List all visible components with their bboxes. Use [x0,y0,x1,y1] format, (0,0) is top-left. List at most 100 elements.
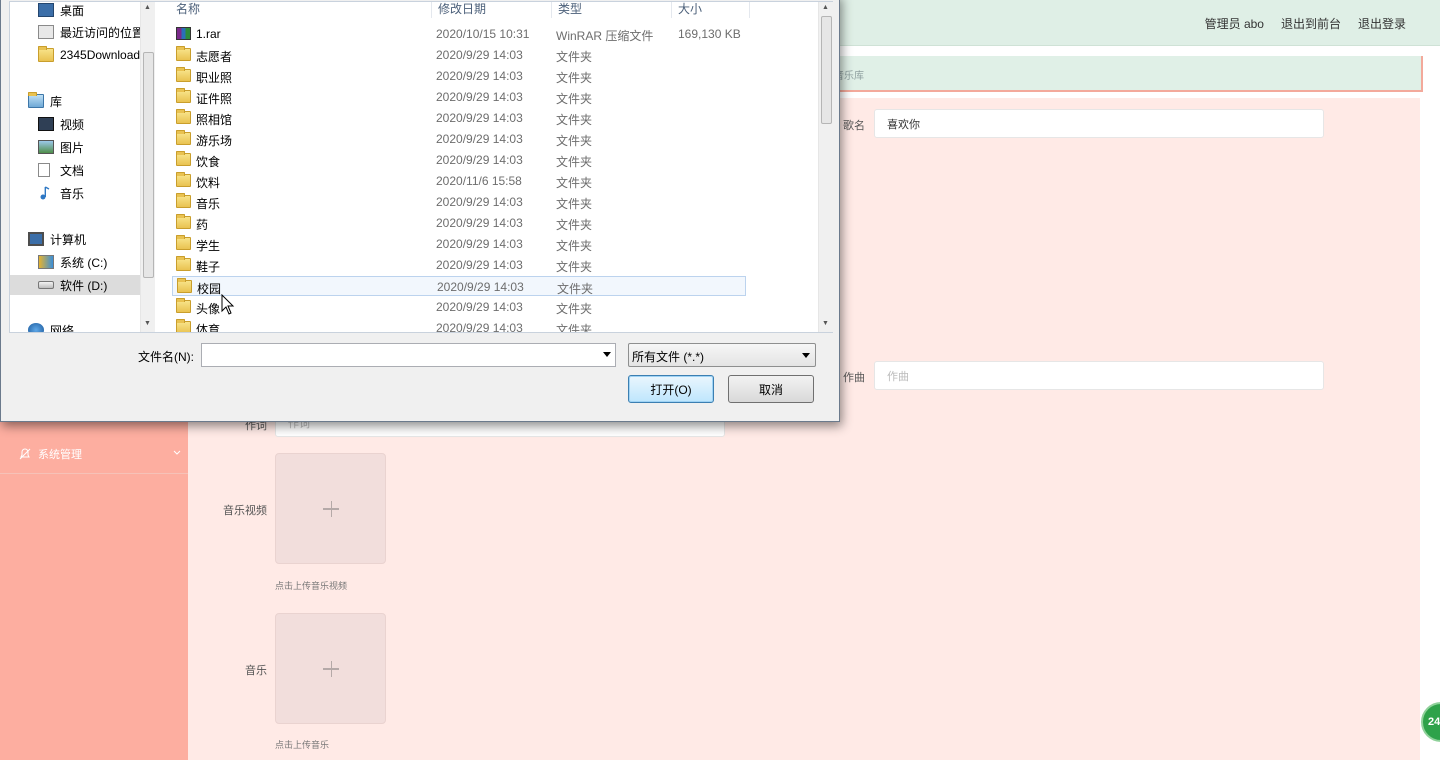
column-header-date[interactable]: 修改日期 [432,2,552,18]
nav-item-label: 音乐 [60,186,85,201]
file-row[interactable]: 职业照 2020/9/29 14:03 文件夹 [172,66,746,86]
logout-link[interactable]: 退出登录 [1358,15,1406,32]
file-row[interactable]: 游乐场 2020/9/29 14:03 文件夹 [172,129,746,149]
song-name-input[interactable]: 喜欢你 [874,109,1324,138]
file-date: 2020/9/29 14:03 [436,90,523,104]
file-row[interactable]: 照相馆 2020/9/29 14:03 文件夹 [172,108,746,128]
file-row[interactable]: 药 2020/9/29 14:03 文件夹 [172,213,746,233]
nav-item-desktop[interactable]: 桌面 [38,2,84,20]
file-row[interactable]: 饮食 2020/9/29 14:03 文件夹 [172,150,746,170]
file-name: 职业照 [196,71,233,85]
back-to-frontend-link[interactable]: 退出到前台 [1281,15,1341,32]
file-row[interactable]: 体育 2020/9/29 14:03 文件夹 [172,318,746,332]
nav-item-label: 最近访问的位置 [60,25,145,40]
file-name: 药 [196,218,209,232]
nav-item-label: 图片 [60,140,85,155]
file-row[interactable]: 鞋子 2020/9/29 14:03 文件夹 [172,255,746,275]
file-date: 2020/9/29 14:03 [436,258,523,272]
file-name: 照相馆 [196,113,233,127]
file-row-hovered[interactable]: 校园 2020/9/29 14:03 文件夹 [172,276,746,296]
file-name: 志愿者 [196,50,233,64]
file-row[interactable]: 音乐 2020/9/29 14:03 文件夹 [172,192,746,212]
scroll-down-arrow-icon[interactable]: ▼ [822,320,829,327]
filename-label: 文件名(N): [138,350,194,364]
file-row[interactable]: 头像 2020/9/29 14:03 文件夹 [172,297,746,317]
file-type: 文件夹 [556,323,593,332]
nav-item-computer[interactable]: 计算机 [28,229,86,249]
music-upload[interactable] [275,613,386,724]
nav-item-2345downloads[interactable]: 2345Downloads [38,45,146,65]
scroll-up-arrow-icon[interactable]: ▲ [822,4,829,11]
navigation-scrollbar[interactable]: ▲ ▼ [140,2,155,332]
composer-input[interactable]: 作曲 [874,361,1324,390]
sidebar-item-system-management[interactable]: 系统管理 [0,434,188,474]
nav-item-label: 库 [50,94,63,109]
song-name-label: 歌名 [843,120,865,132]
file-list-scrollbar[interactable]: ▲ ▼ [818,2,833,332]
nav-item-libraries[interactable]: 库 [28,91,62,111]
folder-icon [176,46,191,61]
scroll-up-arrow-icon[interactable]: ▲ [144,4,151,11]
network-icon [28,323,44,332]
file-name: 学生 [196,239,221,253]
nav-item-recent-places[interactable]: 最近访问的位置 [38,22,144,42]
floating-badge-text: 24 [1428,716,1440,728]
computer-icon [28,232,44,246]
column-header-name[interactable]: 名称 [170,2,432,18]
nav-item-system-drive[interactable]: 系统 (C:) [38,252,107,272]
floating-badge-button[interactable]: 24 [1421,702,1440,742]
admin-user-link[interactable]: 管理员 abo [1205,15,1264,32]
file-type-select[interactable]: 所有文件 (*.*) [628,343,816,367]
nav-item-documents[interactable]: 文档 [38,160,84,180]
nav-item-label: 软件 (D:) [60,278,108,293]
open-button[interactable]: 打开(O) [628,375,714,403]
nav-item-label: 视频 [60,117,85,132]
file-name: 音乐 [196,197,221,211]
file-name: 饮食 [196,155,221,169]
file-type: 文件夹 [556,302,593,316]
filename-dropdown-arrow-icon[interactable] [603,352,611,357]
file-date: 2020/9/29 14:03 [436,153,523,167]
folder-icon [177,278,192,293]
nav-item-pictures[interactable]: 图片 [38,137,84,157]
composer-label: 作曲 [843,372,865,384]
file-list: 名称 修改日期 类型 大小 1.rar 2020/10/15 10:31 Win… [158,2,818,332]
folder-icon [176,172,191,187]
file-type-value: 所有文件 (*.*) [632,350,705,364]
scrollbar-thumb[interactable] [821,16,832,124]
folder-icon [176,319,191,332]
nav-item-music[interactable]: 音乐 [38,183,84,203]
music-video-upload[interactable] [275,453,386,564]
scrollbar-thumb[interactable] [143,52,154,278]
folder-icon [176,298,191,313]
filename-input[interactable] [201,343,616,367]
file-row[interactable]: 学生 2020/9/29 14:03 文件夹 [172,234,746,254]
column-header-size[interactable]: 大小 [672,2,750,18]
music-label: 音乐 [245,665,267,677]
folder-icon [176,151,191,166]
folder-icon [176,235,191,250]
file-row-1rar[interactable]: 1.rar 2020/10/15 10:31 WinRAR 压缩文件 169,1… [172,24,746,44]
topbar-links: 管理员 abo 退出到前台 退出登录 [1205,15,1406,32]
nav-item-software-drive[interactable]: 软件 (D:) [10,275,154,295]
folder-icon [176,130,191,145]
cancel-button[interactable]: 取消 [728,375,814,403]
file-row[interactable]: 饮料 2020/11/6 15:58 文件夹 [172,171,746,191]
file-type: 文件夹 [557,282,594,296]
music-hint: 点击上传音乐 [275,740,330,750]
file-row[interactable]: 证件照 2020/9/29 14:03 文件夹 [172,87,746,107]
column-header-type[interactable]: 类型 [552,2,672,18]
video-library-icon [38,117,54,131]
file-type: 文件夹 [556,134,593,148]
nav-item-network[interactable]: 网络 [28,320,74,332]
chevron-down-icon [173,450,181,455]
nav-item-label: 系统 (C:) [60,255,108,270]
scroll-down-arrow-icon[interactable]: ▼ [144,320,151,327]
file-type: 文件夹 [556,218,593,232]
file-date: 2020/9/29 14:03 [436,132,523,146]
music-library-icon [38,186,54,200]
file-date: 2020/11/6 15:58 [436,174,522,188]
nav-item-videos[interactable]: 视频 [38,114,84,134]
file-row[interactable]: 志愿者 2020/9/29 14:03 文件夹 [172,45,746,65]
file-type: 文件夹 [556,92,593,106]
